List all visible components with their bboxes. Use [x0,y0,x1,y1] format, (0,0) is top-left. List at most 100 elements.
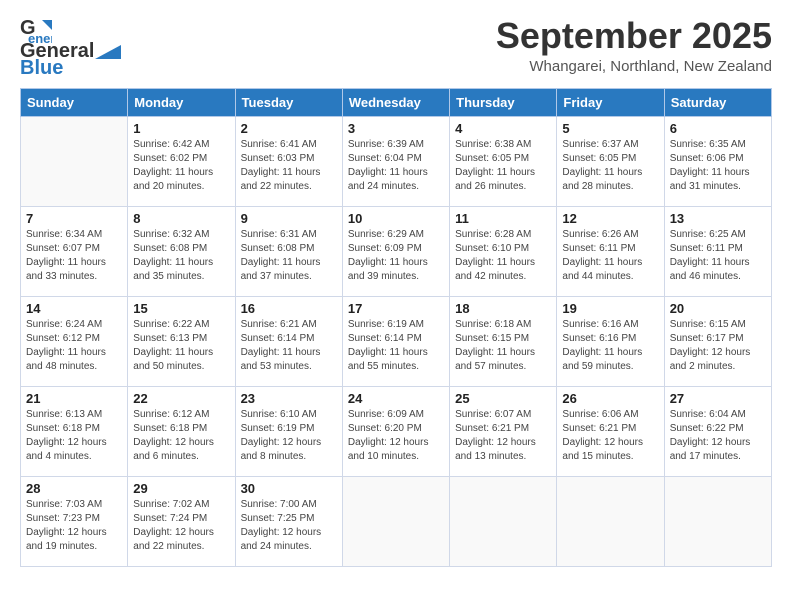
calendar-cell: 26Sunrise: 6:06 AMSunset: 6:21 PMDayligh… [557,387,664,477]
calendar-cell: 9 Sunrise: 6:31 AMSunset: 6:08 PMDaylight… [235,207,342,297]
cell-info: Sunrise: 6:39 AMSunset: 6:04 PMDaylight:… [348,138,444,194]
day-number: 2 [241,121,337,136]
calendar-cell: 27 Sunrise: 6:04 AMSunset: 6:22 PMDayligh… [664,387,771,477]
day-number: 11 [455,211,551,226]
calendar-cell: 17 Sunrise: 6:19 AMSunset: 6:14 PMDayligh… [342,297,449,387]
cell-info: Sunrise: 6:38 AMSunset: 6:05 PMDaylight:… [455,138,551,194]
cell-info: Sunrise: 6:13 AMSunset: 6:18 PMDaylight:… [26,408,122,464]
month-title: September 2025 [496,16,772,56]
day-number: 12 [562,211,658,226]
cell-info: Sunrise: 6:41 AMSunset: 6:03 PMDaylight:… [241,138,337,194]
calendar-cell: 24 Sunrise: 6:09 AMSunset: 6:20 PMDayligh… [342,387,449,477]
cell-info: Sunrise: 6:25 AMSunset: 6:11 PMDaylight:… [670,228,766,284]
day-number: 29 [133,481,229,496]
calendar-cell [450,477,557,567]
cell-info: Sunrise: 6:29 AMSunset: 6:09 PMDaylight:… [348,228,444,284]
day-number: 20 [670,301,766,316]
location-subtitle: Whangarei, Northland, New Zealand [496,58,772,75]
day-number: 15 [133,301,229,316]
title-block: September 2025 Whangarei, Northland, New… [496,16,772,75]
day-number: 23 [241,391,337,406]
day-number: 28 [26,481,122,496]
cell-info: Sunrise: 6:12 AMSunset: 6:18 PMDaylight:… [133,408,229,464]
calendar-cell: 10 Sunrise: 6:29 AMSunset: 6:09 PMDayligh… [342,207,449,297]
calendar-cell: 8 Sunrise: 6:32 AMSunset: 6:08 PMDaylight… [128,207,235,297]
day-number: 4 [455,121,551,136]
cell-info: Sunrise: 6:37 AMSunset: 6:05 PMDaylight:… [562,138,658,194]
calendar-cell: 6Sunrise: 6:35 AMSunset: 6:06 PMDaylight… [664,117,771,207]
cell-info: Sunrise: 6:19 AMSunset: 6:14 PMDaylight:… [348,318,444,374]
calendar-week-row: 14 Sunrise: 6:24 AMSunset: 6:12 PMDayligh… [21,297,772,387]
cell-info: Sunrise: 6:32 AMSunset: 6:08 PMDaylight:… [133,228,229,284]
calendar-cell: 1 Sunrise: 6:42 AMSunset: 6:02 PMDaylight… [128,117,235,207]
day-header-monday: Monday [128,89,235,117]
page-header: G eneral General Blue September 2025 Wha… [20,16,772,80]
calendar-cell: 29Sunrise: 7:02 AMSunset: 7:24 PMDayligh… [128,477,235,567]
day-header-thursday: Thursday [450,89,557,117]
cell-info: Sunrise: 6:34 AMSunset: 6:07 PMDaylight:… [26,228,122,284]
cell-info: Sunrise: 7:00 AMSunset: 7:25 PMDaylight:… [241,498,337,554]
cell-info: Sunrise: 6:10 AMSunset: 6:19 PMDaylight:… [241,408,337,464]
day-number: 25 [455,391,551,406]
day-number: 17 [348,301,444,316]
calendar-cell: 5 Sunrise: 6:37 AMSunset: 6:05 PMDaylight… [557,117,664,207]
calendar-cell: 11 Sunrise: 6:28 AMSunset: 6:10 PMDayligh… [450,207,557,297]
calendar-cell: 4 Sunrise: 6:38 AMSunset: 6:05 PMDaylight… [450,117,557,207]
cell-info: Sunrise: 6:09 AMSunset: 6:20 PMDaylight:… [348,408,444,464]
logo-blue: Blue [20,57,63,79]
day-number: 30 [241,481,337,496]
day-number: 8 [133,211,229,226]
day-header-sunday: Sunday [21,89,128,117]
day-number: 14 [26,301,122,316]
cell-info: Sunrise: 6:15 AMSunset: 6:17 PMDaylight:… [670,318,766,374]
cell-info: Sunrise: 6:16 AMSunset: 6:16 PMDaylight:… [562,318,658,374]
calendar-cell: 30 Sunrise: 7:00 AMSunset: 7:25 PMDayligh… [235,477,342,567]
calendar-cell: 7Sunrise: 6:34 AMSunset: 6:07 PMDaylight… [21,207,128,297]
day-number: 1 [133,121,229,136]
cell-info: Sunrise: 6:06 AMSunset: 6:21 PMDaylight:… [562,408,658,464]
logo: G eneral General Blue [20,16,122,80]
cell-info: Sunrise: 6:18 AMSunset: 6:15 PMDaylight:… [455,318,551,374]
day-number: 21 [26,391,122,406]
day-header-wednesday: Wednesday [342,89,449,117]
day-number: 22 [133,391,229,406]
day-header-saturday: Saturday [664,89,771,117]
calendar-cell: 2 Sunrise: 6:41 AMSunset: 6:03 PMDaylight… [235,117,342,207]
calendar-week-row: 28 Sunrise: 7:03 AMSunset: 7:23 PMDayligh… [21,477,772,567]
cell-info: Sunrise: 6:26 AMSunset: 6:11 PMDaylight:… [562,228,658,284]
calendar-week-row: 7Sunrise: 6:34 AMSunset: 6:07 PMDaylight… [21,207,772,297]
calendar-cell: 14 Sunrise: 6:24 AMSunset: 6:12 PMDayligh… [21,297,128,387]
cell-info: Sunrise: 6:42 AMSunset: 6:02 PMDaylight:… [133,138,229,194]
cell-info: Sunrise: 6:28 AMSunset: 6:10 PMDaylight:… [455,228,551,284]
calendar-cell: 23 Sunrise: 6:10 AMSunset: 6:19 PMDayligh… [235,387,342,477]
calendar-week-row: 21 Sunrise: 6:13 AMSunset: 6:18 PMDayligh… [21,387,772,477]
calendar-table: SundayMondayTuesdayWednesdayThursdayFrid… [20,88,772,567]
cell-info: Sunrise: 6:07 AMSunset: 6:21 PMDaylight:… [455,408,551,464]
cell-info: Sunrise: 6:31 AMSunset: 6:08 PMDaylight:… [241,228,337,284]
day-number: 9 [241,211,337,226]
day-header-friday: Friday [557,89,664,117]
day-number: 24 [348,391,444,406]
day-number: 19 [562,301,658,316]
calendar-cell: 16Sunrise: 6:21 AMSunset: 6:14 PMDayligh… [235,297,342,387]
calendar-cell [557,477,664,567]
calendar-cell: 21 Sunrise: 6:13 AMSunset: 6:18 PMDayligh… [21,387,128,477]
day-number: 18 [455,301,551,316]
day-number: 16 [241,301,337,316]
day-number: 27 [670,391,766,406]
cell-info: Sunrise: 7:03 AMSunset: 7:23 PMDaylight:… [26,498,122,554]
calendar-cell [664,477,771,567]
calendar-cell: 20 Sunrise: 6:15 AMSunset: 6:17 PMDayligh… [664,297,771,387]
calendar-week-row: 1 Sunrise: 6:42 AMSunset: 6:02 PMDaylight… [21,117,772,207]
calendar-cell [342,477,449,567]
day-number: 5 [562,121,658,136]
calendar-cell: 25 Sunrise: 6:07 AMSunset: 6:21 PMDayligh… [450,387,557,477]
day-number: 10 [348,211,444,226]
cell-info: Sunrise: 6:22 AMSunset: 6:13 PMDaylight:… [133,318,229,374]
cell-info: Sunrise: 6:04 AMSunset: 6:22 PMDaylight:… [670,408,766,464]
calendar-cell: 18 Sunrise: 6:18 AMSunset: 6:15 PMDayligh… [450,297,557,387]
day-number: 6 [670,121,766,136]
calendar-cell: 3Sunrise: 6:39 AMSunset: 6:04 PMDaylight… [342,117,449,207]
calendar-cell: 12 Sunrise: 6:26 AMSunset: 6:11 PMDayligh… [557,207,664,297]
cell-info: Sunrise: 6:24 AMSunset: 6:12 PMDaylight:… [26,318,122,374]
